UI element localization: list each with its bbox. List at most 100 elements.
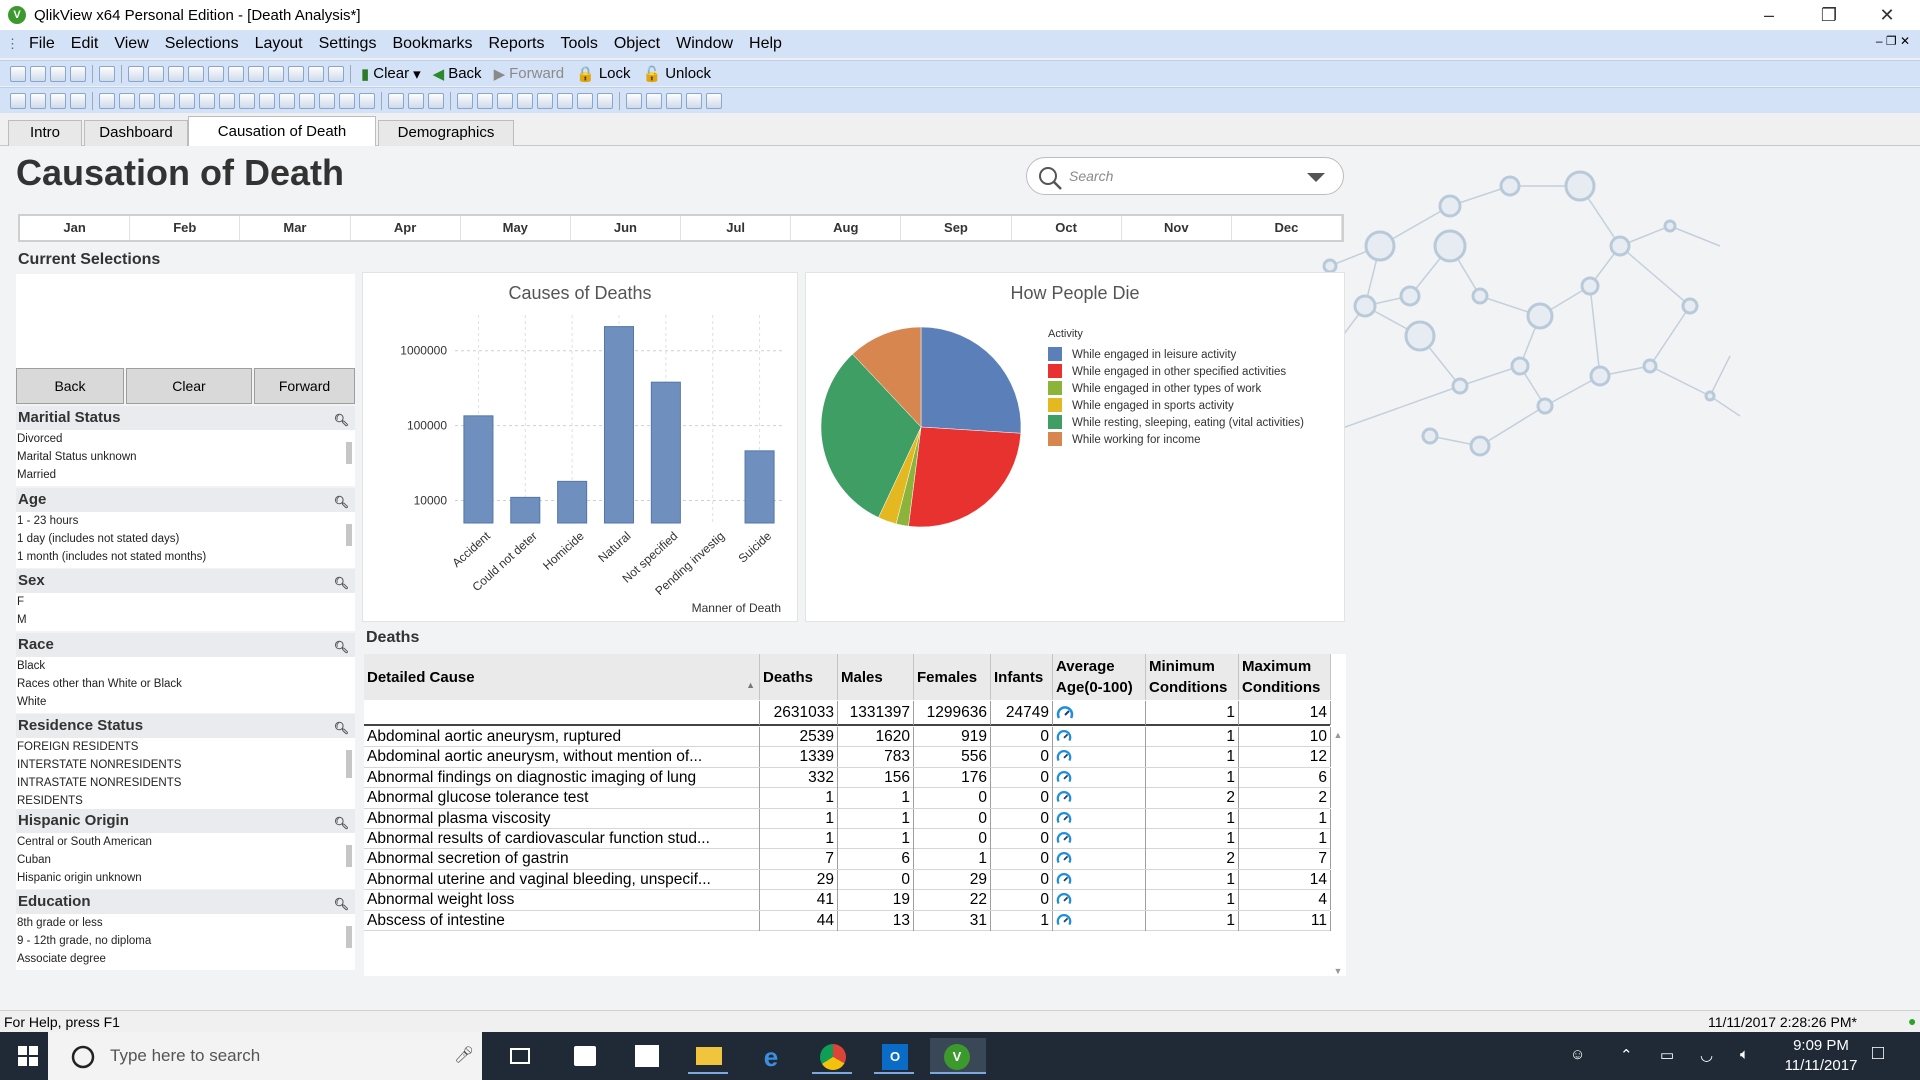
table-cell[interactable]: Abnormal weight loss <box>364 890 760 911</box>
file-explorer-icon[interactable] <box>688 1038 728 1074</box>
month-apr[interactable]: Apr <box>351 216 461 240</box>
selection-clear-button[interactable]: Clear <box>126 368 252 404</box>
table-cell[interactable] <box>364 701 760 725</box>
table-cell[interactable]: 6 <box>838 849 914 870</box>
menu-settings[interactable]: Settings <box>319 35 377 53</box>
volume-icon[interactable]: 🔈︎ <box>1740 1046 1749 1063</box>
check-icon[interactable] <box>228 65 244 82</box>
tab-intro[interactable]: Intro <box>8 120 82 146</box>
column-header-maximum-conditions[interactable]: Maximum Conditions <box>1239 654 1331 700</box>
menu-help[interactable]: Help <box>749 35 782 53</box>
column-header-detailed-cause[interactable]: Detailed Cause ▲ <box>364 654 760 700</box>
debug-icon[interactable] <box>706 92 722 109</box>
menu-window[interactable]: Window <box>676 35 733 53</box>
magnifier-icon[interactable]: 🔍︎ <box>334 811 349 835</box>
list-item[interactable]: INTERSTATE NONRESIDENTS <box>16 756 355 774</box>
month-sep[interactable]: Sep <box>901 216 1012 240</box>
doc-props-icon[interactable] <box>666 92 682 109</box>
statistics-box-icon[interactable] <box>119 92 135 109</box>
table-cell[interactable]: 13 <box>838 910 914 931</box>
tab-demographics[interactable]: Demographics <box>378 120 514 146</box>
table-scrollbar[interactable]: ▲ ▼ <box>1332 730 1344 976</box>
table-cell[interactable]: 1 <box>1146 747 1239 768</box>
chart-create-icon[interactable] <box>179 92 195 109</box>
table-cell[interactable]: 1 <box>760 808 838 829</box>
table-row[interactable]: Abscess of intestine 44 13 31 1 1 11 <box>364 910 1331 931</box>
column-header-average-age[interactable]: Average Age(0-100) <box>1053 654 1146 700</box>
column-header-males[interactable]: Males <box>838 654 914 700</box>
scrollbar[interactable] <box>345 916 353 968</box>
table-cell[interactable]: 1 <box>838 788 914 809</box>
month-dec[interactable]: Dec <box>1232 216 1343 240</box>
table-row[interactable]: Abdominal aortic aneurysm, ruptured 2539 1… <box>364 727 1331 748</box>
format-painter-icon[interactable] <box>408 92 424 109</box>
table-cell[interactable]: 919 <box>914 727 991 747</box>
table-cell[interactable]: 0 <box>914 829 991 849</box>
table-cell[interactable]: 332 <box>760 767 838 788</box>
table-cell[interactable]: 2 <box>1146 849 1239 870</box>
table-cell[interactable]: 1 <box>1146 910 1239 931</box>
mdi-controls[interactable]: – ❐ ✕ <box>1876 34 1910 48</box>
list-item[interactable]: M <box>16 611 355 629</box>
table-totals-row[interactable]: 2631033 1331397 1299636 24749 1 14 <box>364 701 1331 726</box>
legend-swatch[interactable] <box>1048 347 1062 361</box>
align-middle-icon[interactable] <box>537 92 553 109</box>
table-cell[interactable]: 0 <box>991 747 1053 768</box>
legend-label[interactable]: While engaged in other specified activit… <box>1072 366 1286 378</box>
table-cell[interactable]: 14 <box>1239 701 1331 725</box>
table-row[interactable]: Abnormal glucose tolerance test 1 1 0 0 2 2 <box>364 788 1331 809</box>
align-left-icon[interactable] <box>457 92 473 109</box>
listbox-header-residence-status[interactable]: Residence Status 🔍︎ <box>16 714 355 738</box>
table-viewer-icon[interactable] <box>686 92 702 109</box>
table-row[interactable]: Abnormal plasma viscosity 1 1 0 0 1 1 <box>364 808 1331 829</box>
table-cell[interactable]: 0 <box>838 869 914 890</box>
table-cell[interactable]: 1 <box>1146 829 1239 849</box>
table-cell[interactable] <box>1053 767 1146 788</box>
table-cell[interactable]: Abdominal aortic aneurysm, ruptured <box>364 727 760 747</box>
table-cell[interactable]: 12 <box>1239 747 1331 768</box>
save-icon[interactable] <box>70 65 86 82</box>
legend-label[interactable]: While engaged in sports activity <box>1072 400 1234 412</box>
table-cell[interactable] <box>1053 890 1146 911</box>
table-cell[interactable]: 0 <box>914 788 991 809</box>
listbox-header-race[interactable]: Race 🔍︎ <box>16 633 355 657</box>
list-item[interactable]: INTRASTATE NONRESIDENTS <box>16 774 355 792</box>
move-tab-icon[interactable] <box>50 92 66 109</box>
back-button[interactable]: ◀ Back <box>433 65 482 83</box>
list-item[interactable]: Hispanic origin unknown <box>16 869 355 887</box>
list-item[interactable]: 1 day (includes not stated days) <box>16 530 355 548</box>
list-item[interactable]: Married <box>16 466 355 484</box>
table-cell[interactable]: 24749 <box>991 701 1053 725</box>
table-cell[interactable]: Abdominal aortic aneurysm, without menti… <box>364 747 760 768</box>
properties-icon[interactable] <box>288 65 304 82</box>
table-cell[interactable]: 22 <box>914 890 991 911</box>
align-icon[interactable] <box>428 92 444 109</box>
month-oct[interactable]: Oct <box>1012 216 1122 240</box>
microphone-icon[interactable]: 🎤︎ <box>454 1045 474 1065</box>
button-object-icon[interactable] <box>299 92 315 109</box>
list-item[interactable]: Races other than White or Black <box>16 675 355 693</box>
open-icon[interactable] <box>30 65 46 82</box>
listbox-header-hispanic-origin[interactable]: Hispanic Origin 🔍︎ <box>16 809 355 833</box>
taskbar-time[interactable]: 9:09 PM <box>1786 1037 1856 1054</box>
how-people-die-chart[interactable]: How People Die Activity While engaged in … <box>805 272 1345 622</box>
menu-selections[interactable]: Selections <box>165 35 239 53</box>
align-center-icon[interactable] <box>477 92 493 109</box>
month-mar[interactable]: Mar <box>240 216 351 240</box>
table-cell[interactable]: Abnormal uterine and vaginal bleeding, u… <box>364 869 760 890</box>
list-item[interactable]: 9 - 12th grade, no diploma <box>16 932 355 950</box>
text-object-icon[interactable] <box>259 92 275 109</box>
table-cell[interactable]: 1 <box>760 788 838 809</box>
table-cell[interactable] <box>1053 869 1146 890</box>
table-cell[interactable]: 1 <box>1239 829 1331 849</box>
table-cell[interactable]: 1 <box>1146 890 1239 911</box>
listbox-header-education[interactable]: Education 🔍︎ <box>16 890 355 914</box>
input-field-icon[interactable] <box>239 92 255 109</box>
table-cell[interactable]: 1 <box>838 808 914 829</box>
listbox-header-age[interactable]: Age 🔍︎ <box>16 488 355 512</box>
grid-icon[interactable] <box>388 92 404 109</box>
search-object-icon[interactable] <box>339 92 355 109</box>
restore-button[interactable]: ❐ <box>1800 0 1858 30</box>
table-cell[interactable]: 0 <box>991 849 1053 870</box>
magnifier-icon[interactable]: 🔍︎ <box>334 892 349 916</box>
